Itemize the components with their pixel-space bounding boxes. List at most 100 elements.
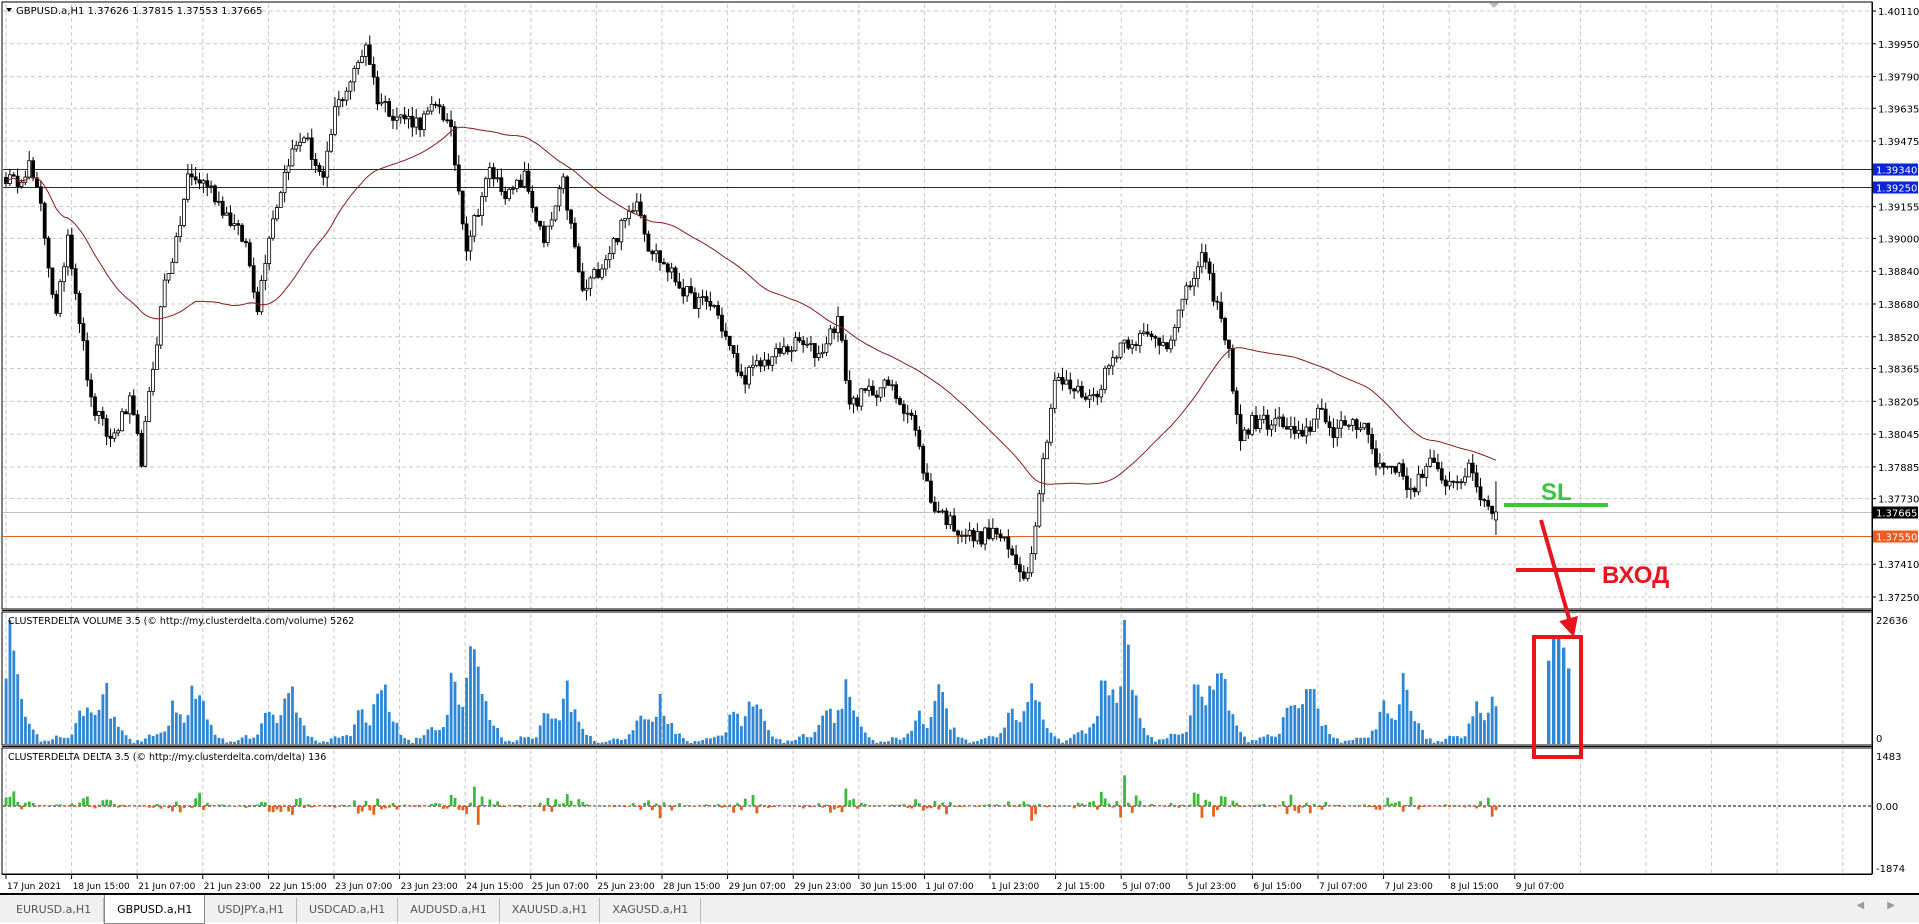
delta-bar	[631, 803, 635, 806]
candle-body	[1145, 331, 1150, 335]
candle-body	[1180, 298, 1185, 311]
candle-body	[1095, 393, 1100, 398]
delta-bar	[1471, 806, 1475, 807]
time-label: 7 Jul 07:00	[1319, 882, 1368, 892]
volume-bar	[759, 708, 763, 744]
candle-body	[77, 293, 82, 324]
candle-body	[1319, 407, 1324, 410]
delta-bar	[1394, 802, 1397, 806]
volume-bar	[941, 691, 945, 744]
volume-bar	[1111, 689, 1115, 744]
candle-body	[1432, 457, 1436, 463]
delta-bar	[1382, 806, 1386, 807]
candle-body	[1377, 462, 1382, 468]
delta-bar	[113, 803, 116, 806]
tab-usdjpy[interactable]: USDJPY.a,H1	[205, 898, 298, 923]
volume-bar	[1216, 673, 1219, 744]
volume-bar	[1200, 696, 1204, 744]
candle-body	[751, 364, 755, 368]
volume-bar	[894, 737, 898, 744]
delta-bar	[202, 806, 205, 811]
volume-bar	[221, 738, 225, 744]
delta-bar	[1424, 806, 1428, 807]
volume-bar	[291, 686, 294, 744]
volume-bar	[670, 722, 674, 744]
candle-body	[271, 218, 275, 239]
tab-usdcad[interactable]: USDCAD.a,H1	[297, 898, 399, 923]
volume-bar	[1208, 685, 1212, 744]
delta-bar	[283, 806, 287, 807]
candle-body	[847, 380, 852, 405]
delta-bar	[337, 805, 341, 807]
volume-bar	[778, 739, 782, 744]
volume-bar	[1343, 740, 1347, 744]
delta-bar	[159, 806, 163, 809]
delta-bar	[712, 804, 716, 806]
candle-body	[1257, 418, 1262, 430]
tab-xagusd[interactable]: XAGUSD.a,H1	[600, 898, 702, 923]
volume-bar	[515, 740, 519, 744]
volume-bar	[132, 742, 136, 744]
volume-bar	[639, 715, 643, 744]
tab-audusd[interactable]: AUDUSD.a,H1	[398, 898, 500, 923]
volume-bar	[995, 737, 999, 744]
delta-bar	[554, 799, 558, 806]
delta-bar	[1246, 806, 1250, 807]
volume-bar	[1076, 732, 1080, 744]
candle-body	[170, 261, 175, 274]
volume-bar-highlighted	[1557, 634, 1561, 744]
candle-body	[290, 148, 295, 167]
candle-body	[456, 164, 461, 192]
candle-body	[336, 99, 341, 108]
delta-bar	[333, 806, 337, 808]
candle-body	[139, 433, 144, 467]
tab-xauusd[interactable]: XAUUSD.a,H1	[500, 898, 601, 923]
delta-bar	[1072, 806, 1076, 809]
candle-body	[205, 180, 210, 187]
horizontal-lines[interactable]	[3, 169, 1872, 537]
delta-axis-min: -1874	[1876, 864, 1905, 875]
delta-bar	[124, 806, 128, 807]
time-label: 24 Jun 15:00	[466, 882, 523, 892]
candle-body	[1172, 327, 1177, 341]
delta-bar	[960, 806, 964, 807]
delta-bar	[561, 803, 565, 806]
chart-window[interactable]: 1.40110 1.39950 1.39790 1.39635 1.39475 1.391…	[0, 0, 1919, 893]
delta-bar	[1254, 804, 1258, 806]
delta-bar	[291, 806, 294, 815]
candle-body	[453, 126, 457, 166]
delta-bar	[666, 805, 670, 806]
volume-bar	[732, 711, 736, 744]
delta-bar	[906, 806, 910, 808]
candle-body	[93, 396, 97, 416]
candle-body	[464, 223, 469, 252]
chart-shift-marker-icon[interactable]	[1489, 3, 1499, 8]
candle-body	[538, 220, 542, 227]
volume-bar	[1177, 734, 1181, 744]
delta-bar	[534, 806, 538, 807]
delta-bar	[1463, 806, 1467, 808]
candle-body	[1014, 554, 1018, 566]
candle-body	[1010, 548, 1015, 556]
volume-bar	[1440, 741, 1444, 744]
delta-bar	[1041, 805, 1045, 807]
candle-body	[131, 395, 136, 416]
delta-bar	[1080, 803, 1084, 806]
candle-body	[530, 190, 535, 208]
volume-bar	[952, 727, 956, 744]
candle-body	[294, 144, 299, 150]
delta-bar	[1123, 775, 1126, 806]
candle-body	[592, 269, 597, 279]
tab-scroll-arrows[interactable]: ◀ ▶	[1856, 900, 1905, 911]
delta-bar	[20, 806, 23, 810]
delta-bar	[728, 804, 732, 806]
delta-bar	[1142, 805, 1146, 806]
time-label: 5 Jul 23:00	[1188, 882, 1237, 892]
tab-gbpusd[interactable]: GBPUSD.a,H1	[104, 895, 206, 924]
delta-bar	[1335, 804, 1339, 806]
volume-bar	[1316, 708, 1320, 744]
candle-body	[549, 219, 554, 227]
price-label: 1.37730	[1878, 495, 1919, 506]
tab-eurusd[interactable]: EURUSD.a,H1	[4, 898, 105, 923]
time-axis[interactable]: 17 Jun 2021 18 Jun 15:00 21 Jun 07:00 21 Ju…	[2, 874, 1872, 892]
